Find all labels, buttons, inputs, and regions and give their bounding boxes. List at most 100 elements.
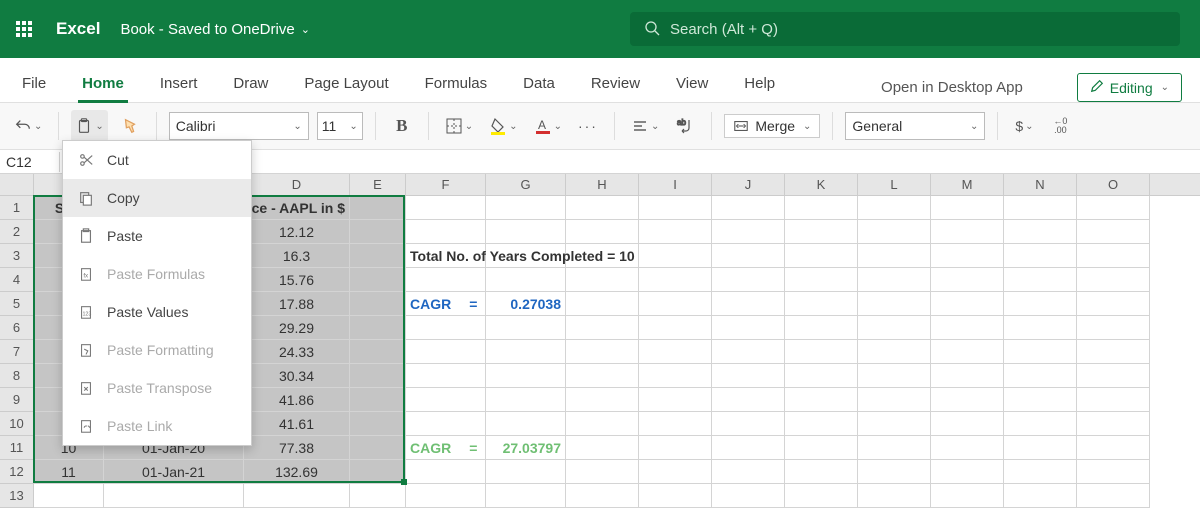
cell[interactable] <box>785 340 858 364</box>
menu-item-paste[interactable]: Paste <box>63 217 251 255</box>
cell[interactable] <box>639 388 712 412</box>
column-header[interactable]: N <box>1004 174 1077 195</box>
cell[interactable] <box>785 316 858 340</box>
cell[interactable] <box>566 316 639 340</box>
cell[interactable] <box>858 412 931 436</box>
row-header[interactable]: 11 <box>0 436 34 460</box>
cell[interactable] <box>1004 340 1077 364</box>
cell[interactable] <box>931 412 1004 436</box>
row-header[interactable]: 8 <box>0 364 34 388</box>
document-name[interactable]: Book - Saved to OneDrive ⌄ <box>120 21 309 38</box>
borders-button[interactable]: ⌄ <box>441 110 477 142</box>
column-header[interactable]: O <box>1077 174 1150 195</box>
accounting-format-button[interactable]: $ ⌄ <box>1010 110 1038 142</box>
cell[interactable]: 77.38 <box>244 436 350 460</box>
cell[interactable] <box>1004 460 1077 484</box>
cell[interactable] <box>486 412 566 436</box>
cell[interactable] <box>931 196 1004 220</box>
cell[interactable]: 132.69 <box>244 460 350 484</box>
cell[interactable] <box>931 244 1004 268</box>
cell[interactable] <box>406 484 486 508</box>
paste-button[interactable]: ⌄ <box>71 110 107 142</box>
cell[interactable] <box>1004 364 1077 388</box>
cell[interactable] <box>486 268 566 292</box>
row-header[interactable]: 4 <box>0 268 34 292</box>
cell[interactable] <box>1077 292 1150 316</box>
cell[interactable] <box>486 316 566 340</box>
font-size-select[interactable]: 11 ⌄ <box>317 112 363 140</box>
open-in-desktop[interactable]: Open in Desktop App <box>873 73 1031 102</box>
cell[interactable] <box>1004 412 1077 436</box>
cell[interactable] <box>406 340 486 364</box>
cell[interactable] <box>785 364 858 388</box>
cell[interactable]: 41.86 <box>244 388 350 412</box>
cell[interactable] <box>858 340 931 364</box>
cell[interactable] <box>931 220 1004 244</box>
cell[interactable]: 29.29 <box>244 316 350 340</box>
editing-mode-button[interactable]: Editing ⌄ <box>1077 73 1182 102</box>
cell[interactable]: CAGR = <box>406 436 486 460</box>
cell[interactable] <box>712 364 785 388</box>
decimal-button[interactable]: ←0.00 <box>1046 110 1074 142</box>
cell[interactable] <box>712 340 785 364</box>
column-header[interactable]: L <box>858 174 931 195</box>
cell[interactable] <box>350 292 406 316</box>
cell[interactable] <box>785 268 858 292</box>
cell[interactable]: 17.88 <box>244 292 350 316</box>
cell[interactable] <box>566 220 639 244</box>
cell[interactable] <box>712 220 785 244</box>
cell[interactable] <box>931 436 1004 460</box>
cell[interactable] <box>712 436 785 460</box>
tab-formulas[interactable]: Formulas <box>421 65 492 102</box>
merge-button[interactable]: Merge ⌄ <box>724 114 820 138</box>
wrap-text-button[interactable]: ab <box>671 110 699 142</box>
tab-insert[interactable]: Insert <box>156 65 202 102</box>
cell[interactable] <box>1077 196 1150 220</box>
row-header[interactable]: 5 <box>0 292 34 316</box>
column-header[interactable]: J <box>712 174 785 195</box>
cell[interactable] <box>785 412 858 436</box>
cell[interactable] <box>639 292 712 316</box>
cell[interactable] <box>1004 484 1077 508</box>
cell[interactable]: 01-Jan-21 <box>104 460 244 484</box>
cell[interactable] <box>1004 196 1077 220</box>
column-header[interactable]: E <box>350 174 406 195</box>
cell[interactable] <box>858 244 931 268</box>
row-header[interactable]: 9 <box>0 388 34 412</box>
cell[interactable] <box>931 340 1004 364</box>
row-header[interactable]: 2 <box>0 220 34 244</box>
menu-item-cut[interactable]: Cut <box>63 141 251 179</box>
cell[interactable] <box>639 244 712 268</box>
cell[interactable]: 11 <box>34 460 104 484</box>
cell[interactable] <box>1077 412 1150 436</box>
cell[interactable] <box>712 484 785 508</box>
cell[interactable] <box>1077 436 1150 460</box>
cell[interactable] <box>406 268 486 292</box>
column-header[interactable]: K <box>785 174 858 195</box>
cell[interactable] <box>566 292 639 316</box>
cell[interactable] <box>639 436 712 460</box>
cell[interactable] <box>350 268 406 292</box>
cell[interactable] <box>1004 436 1077 460</box>
cell[interactable] <box>1077 460 1150 484</box>
cell[interactable] <box>785 196 858 220</box>
cell[interactable] <box>406 364 486 388</box>
cell[interactable] <box>406 196 486 220</box>
cell[interactable]: 15.76 <box>244 268 350 292</box>
cell[interactable] <box>406 460 486 484</box>
tab-help[interactable]: Help <box>740 65 779 102</box>
cell[interactable] <box>350 388 406 412</box>
cell[interactable] <box>566 436 639 460</box>
cell[interactable] <box>712 460 785 484</box>
cell[interactable] <box>566 412 639 436</box>
cell[interactable] <box>350 244 406 268</box>
cell[interactable] <box>566 460 639 484</box>
cell[interactable] <box>566 340 639 364</box>
cell[interactable] <box>350 412 406 436</box>
format-painter[interactable] <box>116 110 144 142</box>
cell[interactable] <box>639 268 712 292</box>
cell[interactable]: 30.34 <box>244 364 350 388</box>
cell[interactable] <box>244 484 350 508</box>
cell[interactable]: 27.03797 <box>486 436 566 460</box>
cell[interactable] <box>639 340 712 364</box>
